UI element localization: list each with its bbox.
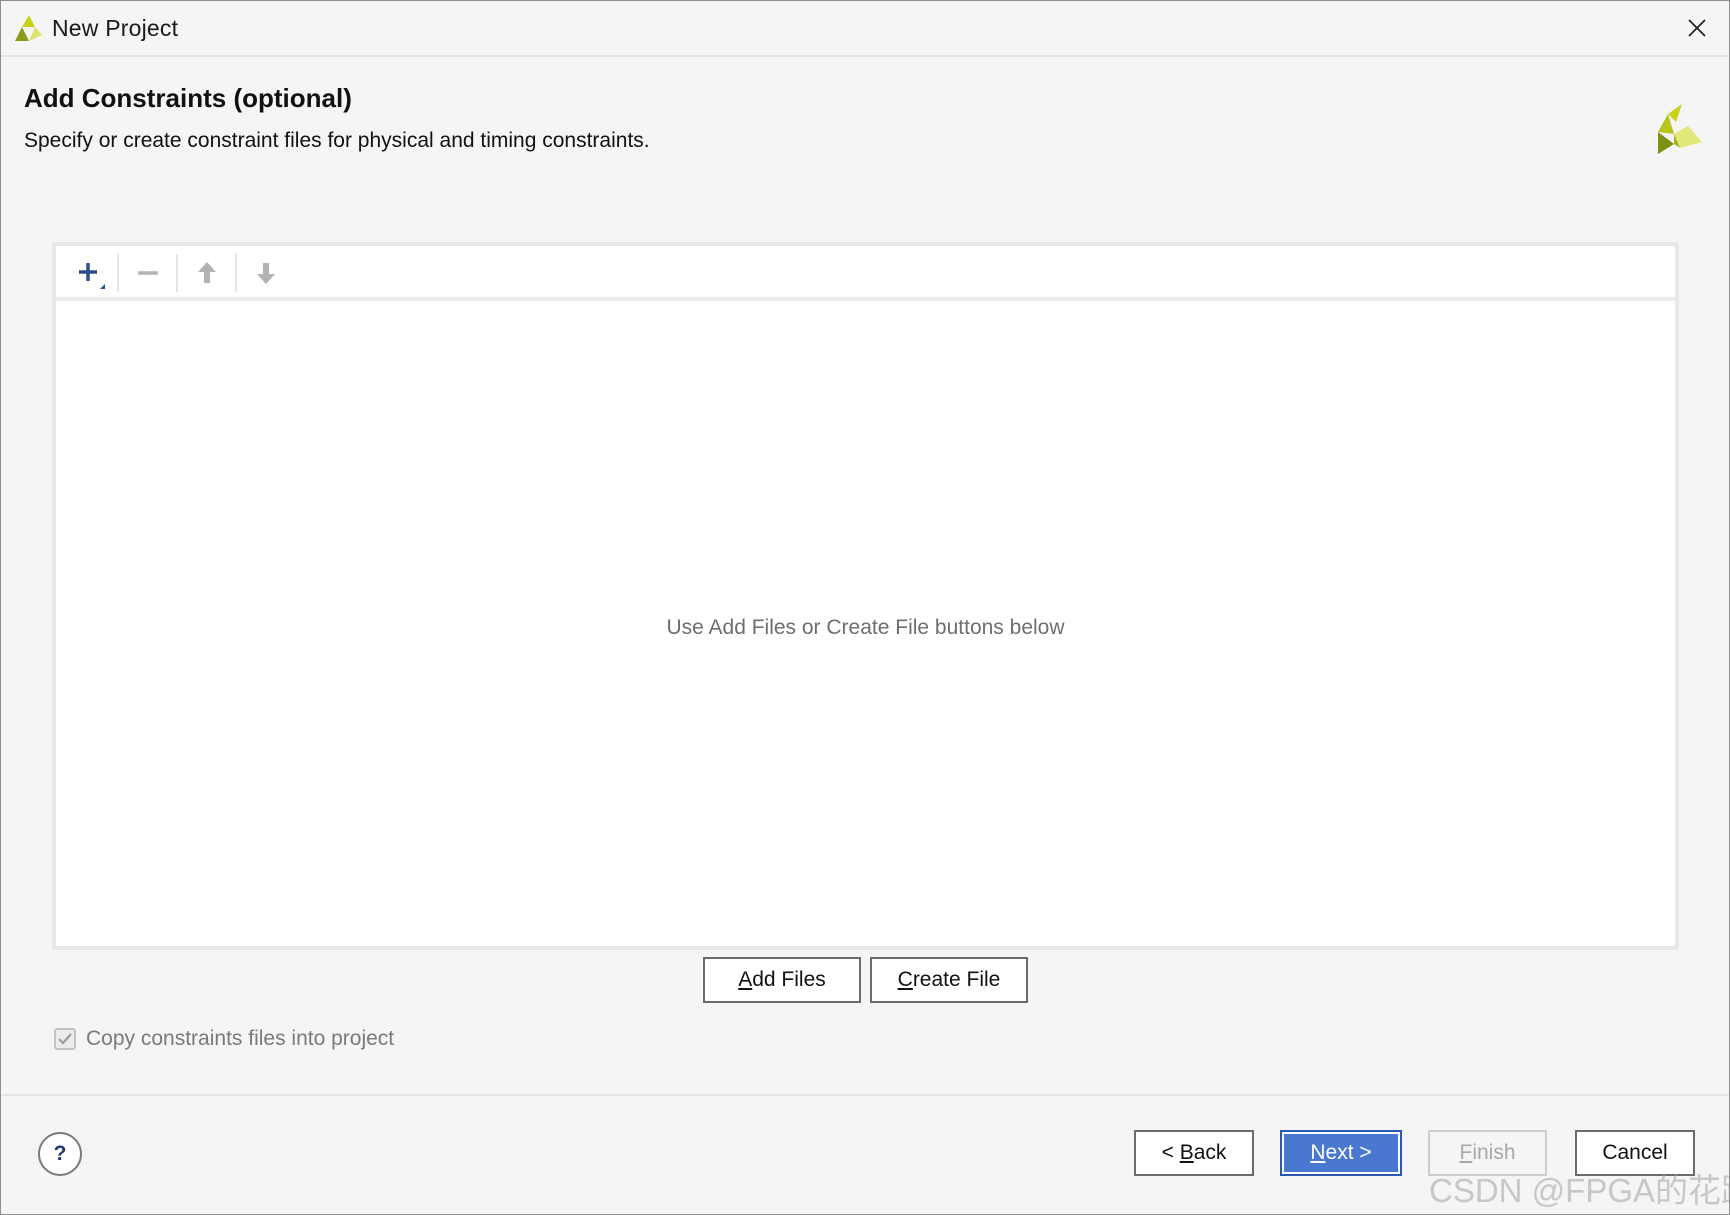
next-mnemonic: N: [1310, 1141, 1326, 1164]
copy-constraints-option: Copy constraints files into project: [54, 1026, 394, 1052]
next-button[interactable]: Next >: [1280, 1130, 1402, 1176]
page-subtitle: Specify or create constraint files for p…: [24, 129, 650, 152]
toolbar-separator: [235, 254, 237, 292]
vivado-logo-icon: [15, 15, 42, 41]
help-icon: ?: [53, 1142, 67, 1165]
finish-label: inish: [1472, 1141, 1516, 1164]
move-down-button[interactable]: [242, 252, 290, 294]
back-label: ack: [1193, 1141, 1227, 1164]
title-bar: New Project: [1, 1, 1729, 57]
copy-constraints-checkbox[interactable]: [54, 1028, 76, 1050]
checkmark-icon: [58, 1033, 72, 1045]
footer-divider: [1, 1094, 1729, 1096]
arrow-up-icon: [198, 262, 216, 283]
arrow-down-icon: [257, 263, 275, 284]
move-up-button[interactable]: [183, 252, 231, 294]
add-files-button[interactable]: Add Files: [703, 957, 861, 1003]
close-button[interactable]: [1665, 1, 1729, 55]
page-title: Add Constraints (optional): [24, 83, 352, 113]
add-files-label: dd Files: [752, 968, 826, 991]
create-file-mnemonic: C: [897, 968, 913, 991]
back-mnemonic: B: [1179, 1141, 1194, 1164]
constraint-file-list[interactable]: Use Add Files or Create File buttons bel…: [52, 242, 1679, 950]
dialog-window: New Project Add Constraints (optional) S…: [0, 0, 1730, 1215]
window-title: New Project: [52, 15, 179, 41]
remove-file-button[interactable]: [124, 252, 172, 294]
create-file-label: reate File: [912, 968, 1001, 991]
toolbar-separator: [176, 254, 178, 292]
back-prefix: <: [1161, 1141, 1180, 1164]
close-icon: [1688, 19, 1706, 37]
cancel-label: Cancel: [1602, 1141, 1668, 1164]
help-button[interactable]: ?: [38, 1132, 82, 1176]
toolbar-separator: [117, 254, 119, 292]
add-files-mnemonic: A: [738, 968, 753, 991]
file-list-toolbar: [56, 246, 1675, 301]
next-label: ext >: [1325, 1141, 1372, 1164]
empty-list-hint: Use Add Files or Create File buttons bel…: [666, 616, 1065, 639]
watermark-text: CSDN @FPGA的花路: [1429, 1172, 1730, 1209]
add-file-button[interactable]: [65, 252, 113, 294]
minus-icon: [138, 271, 158, 275]
vivado-brand-logo-icon: [1658, 104, 1702, 154]
back-button[interactable]: < Back: [1134, 1130, 1254, 1176]
plus-icon: [79, 263, 105, 289]
finish-mnemonic: F: [1459, 1141, 1473, 1164]
copy-constraints-label: Copy constraints files into project: [86, 1027, 395, 1050]
create-file-button[interactable]: Create File: [870, 957, 1028, 1003]
